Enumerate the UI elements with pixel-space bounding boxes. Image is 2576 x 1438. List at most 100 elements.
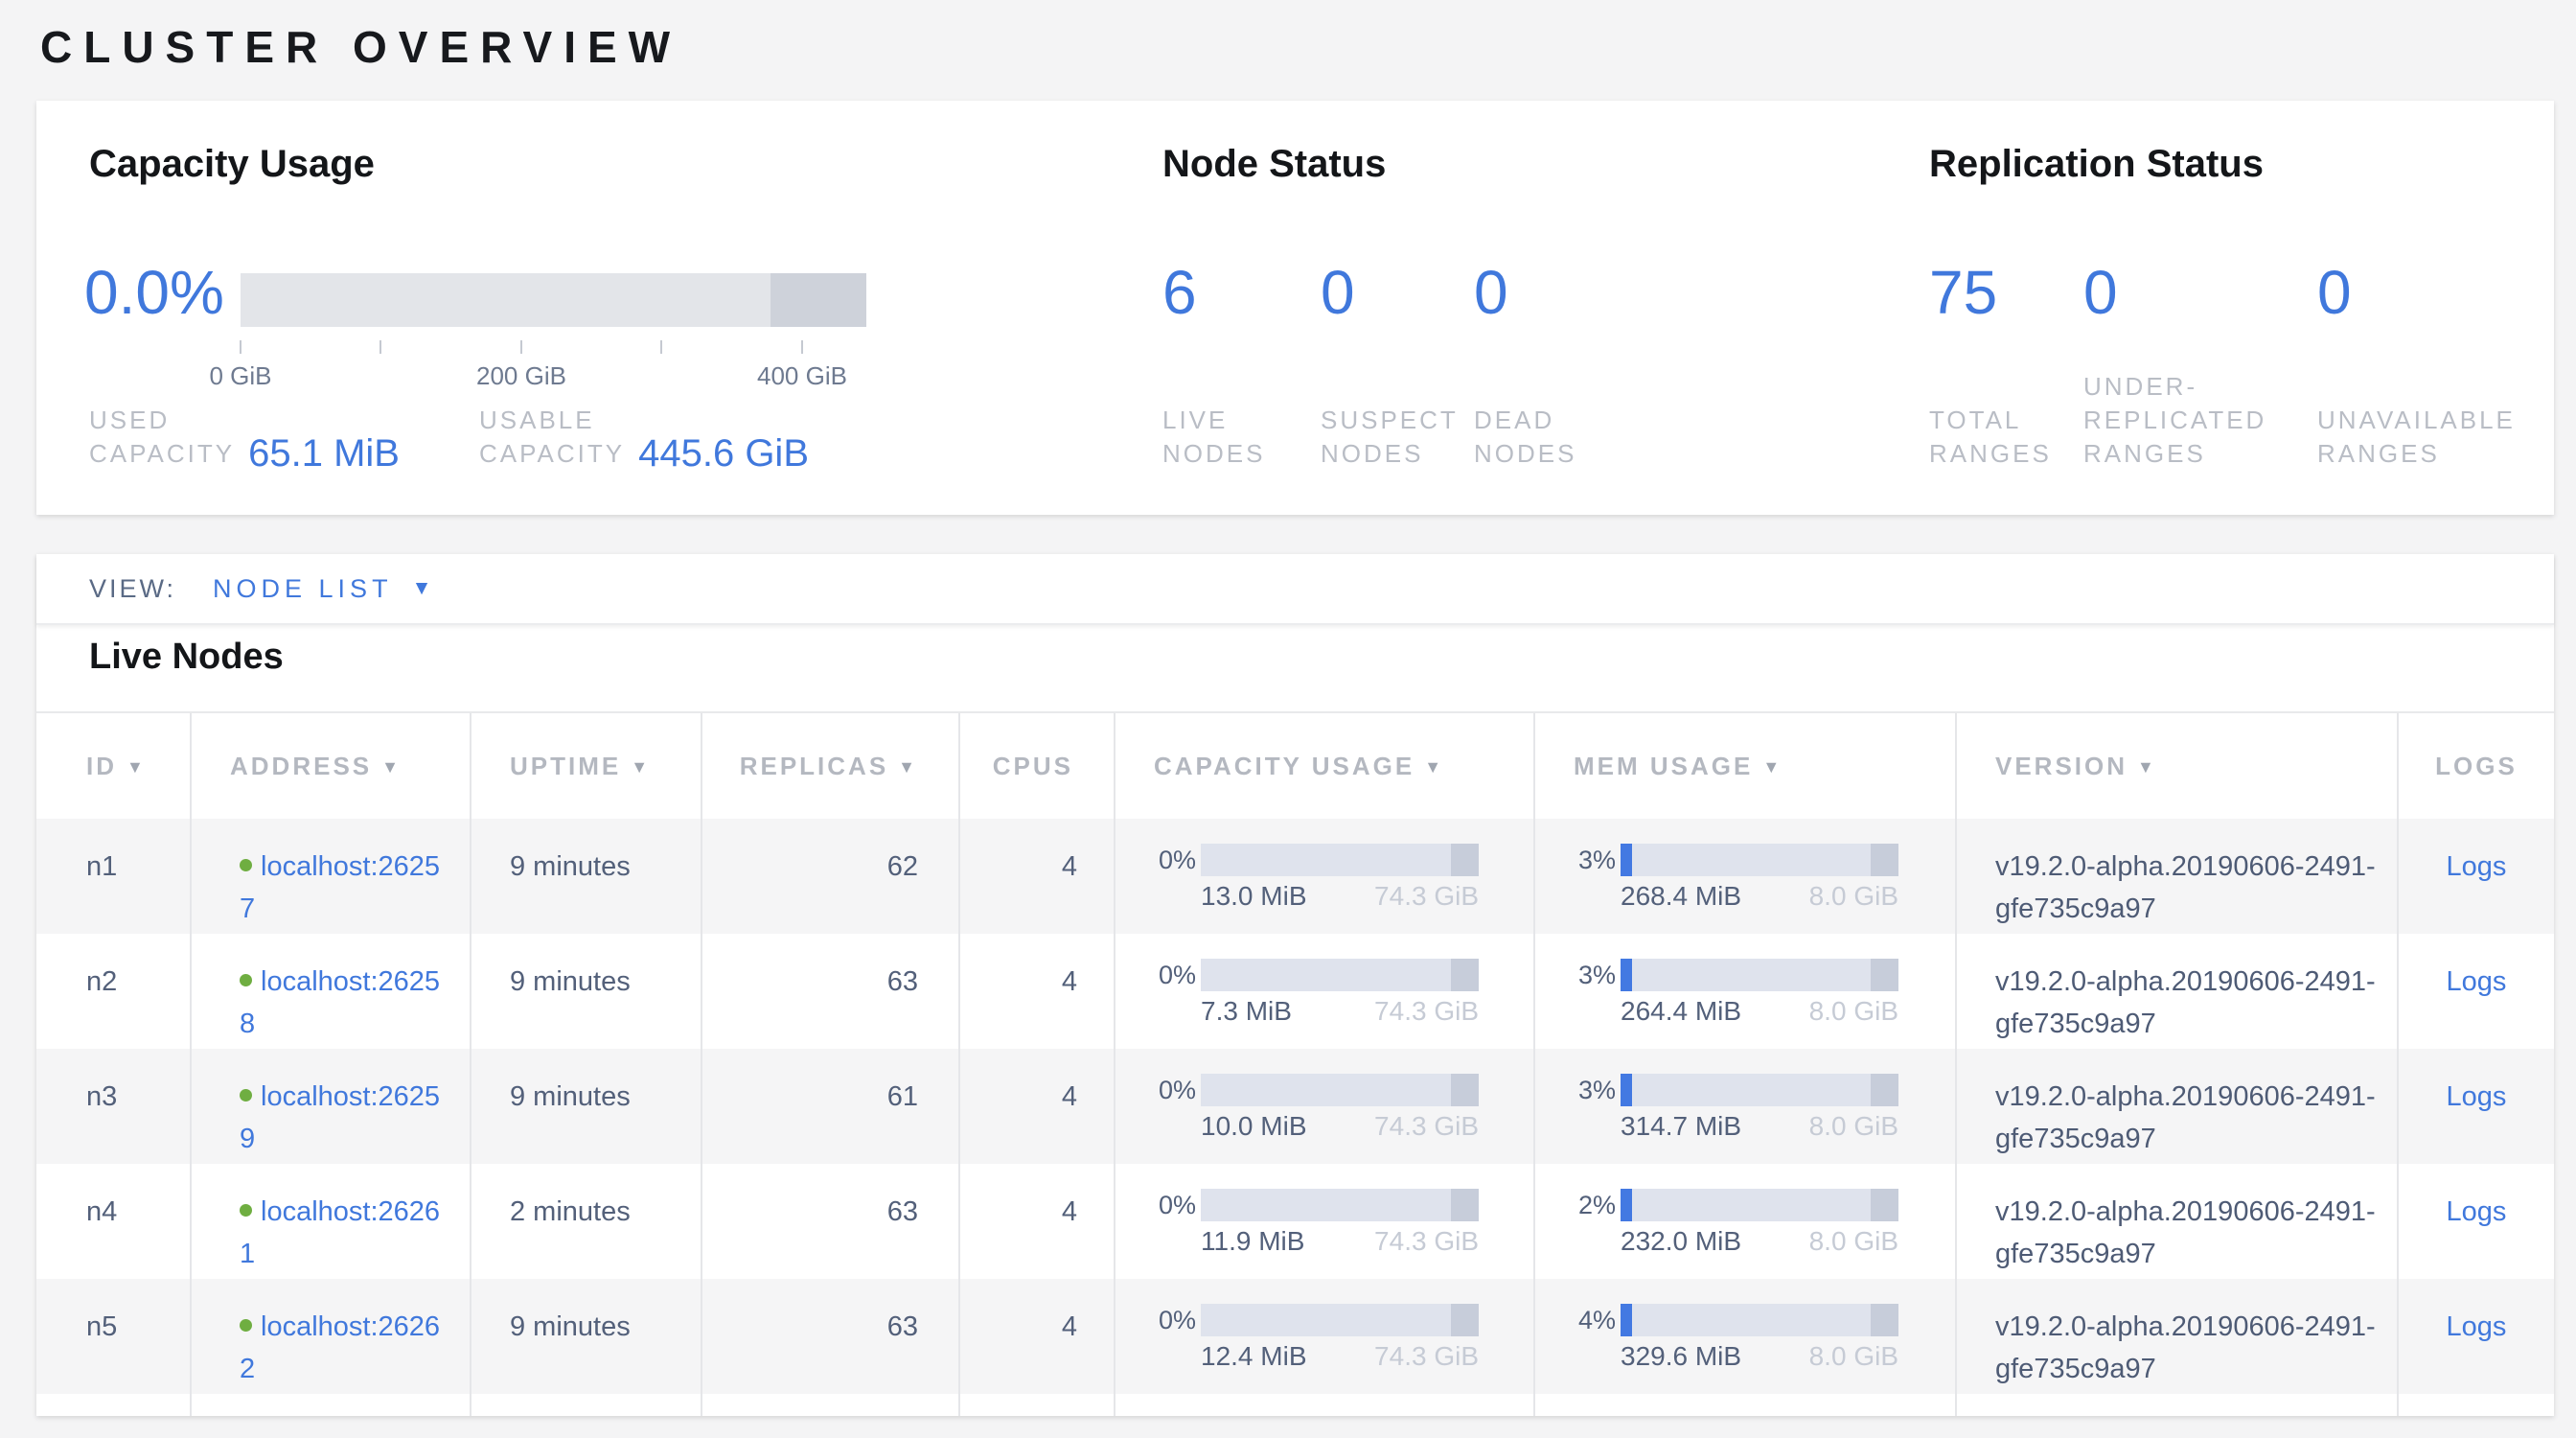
meter-used-value: 314.7 MiB [1621,1112,1741,1141]
meter-percent: 3% [1577,844,1616,876]
logs-link[interactable]: Logs [2447,1311,2507,1342]
cell-replicas: 63 [702,1279,960,1394]
table-header-cell-memory[interactable]: MEM USAGE ▼ [1535,713,1957,819]
table-partial-row [36,1394,2554,1416]
table-header-cell-replicas[interactable]: REPLICAS▼ [702,713,960,819]
meter-percent: 3% [1577,1074,1616,1106]
logs-link[interactable]: Logs [2447,1081,2507,1112]
cell-logs: Logs [2399,1049,2554,1164]
unavailable-ranges-count: 0 [2317,262,2352,323]
total-ranges-count: 75 [1929,262,1997,323]
table-header-cell-address[interactable]: ADDRESS▼ [192,713,472,819]
node-address-link[interactable]: localhost:26258 [240,966,440,1039]
cell-logs: Logs [2399,934,2554,1049]
meter-endcap [1451,1189,1479,1221]
meter-bar [1621,1189,1898,1221]
cell-replicas: 63 [702,1164,960,1279]
logs-link[interactable]: Logs [2447,966,2507,997]
logs-link[interactable]: Logs [2447,851,2507,882]
meter-bar [1201,844,1479,876]
logs-link[interactable]: Logs [2447,1196,2507,1227]
cell-node-id: n3 [36,1049,192,1164]
sort-desc-icon: ▼ [381,757,402,777]
meter-bar [1621,1304,1898,1336]
mem-usage-meter: 2%232.0 MiB8.0 GiB [1535,1164,1957,1279]
sort-desc-icon: ▼ [1424,757,1444,777]
node-address-link[interactable]: localhost:26261 [240,1196,440,1269]
suspect-nodes-label: SUSPECT NODES [1321,404,1459,471]
meter-percent: 2% [1577,1189,1616,1221]
capacity-usage-percent: 0.0% [84,262,224,323]
node-live-status-icon [240,1204,252,1217]
cell-cpus: 4 [960,934,1116,1049]
meter-max-value: 74.3 GiB [1374,1227,1479,1256]
cell-replicas: 61 [702,1049,960,1164]
meter-percent: 0% [1158,1074,1196,1106]
cell-node-address: localhost:26261 [192,1164,472,1279]
mem-usage-meter: 3%314.7 MiB8.0 GiB [1535,1049,1957,1164]
usable-capacity-label: USABLE CAPACITY [479,404,625,471]
meter-fill [1621,1189,1632,1221]
cell-cpus: 4 [960,1164,1116,1279]
partial-row-cell [1116,1394,1535,1416]
meter-max-value: 74.3 GiB [1374,1342,1479,1371]
meter-percent: 0% [1158,844,1196,876]
axis-tick-label: 200 GiB [440,361,603,391]
live-nodes-label: LIVE NODES [1162,404,1265,471]
meter-endcap [1871,844,1898,876]
meter-max-value: 8.0 GiB [1809,882,1898,911]
node-address-link[interactable]: localhost:26259 [240,1081,440,1154]
cell-node-id: n1 [36,819,192,934]
cell-replicas: 62 [702,819,960,934]
view-dropdown[interactable]: NODE LIST ▼ [213,574,431,604]
meter-bar [1621,844,1898,876]
meter-used-value: 232.0 MiB [1621,1227,1741,1256]
cell-node-id: n4 [36,1164,192,1279]
table-header: ID▼ADDRESS▼UPTIME▼REPLICAS▼CPUSCAPACITY … [36,711,2554,819]
cell-node-address: localhost:26257 [192,819,472,934]
meter-fill [1621,844,1632,876]
column-label: MEM USAGE [1574,752,1753,780]
meter-endcap [1871,1074,1898,1106]
node-address-link[interactable]: localhost:26257 [240,851,440,924]
cell-version: v19.2.0-alpha.20190606-2491-gfe735c9a97 [1957,1164,2399,1279]
table-header-cell-capacity[interactable]: CAPACITY USAGE▼ [1116,713,1535,819]
view-bar: VIEW: NODE LIST ▼ [36,554,2554,625]
used-capacity-label: USED CAPACITY [89,404,235,471]
cell-cpus: 4 [960,1279,1116,1394]
usable-capacity-value: 445.6 GiB [638,433,809,474]
sort-desc-icon: ▼ [1762,757,1782,777]
meter-used-value: 10.0 MiB [1201,1112,1307,1141]
table-header-cell-version[interactable]: VERSION▼ [1957,713,2399,819]
partial-row-cell [1957,1394,2399,1416]
axis-tick [660,340,662,354]
meter-endcap [1871,1304,1898,1336]
table-header-cell-logs: LOGS [2399,713,2554,819]
live-nodes-section-title: Live Nodes [89,637,284,678]
capacity-usage-meter: 0%7.3 MiB74.3 GiB [1116,934,1535,1049]
table-row: n5localhost:262629 minutes6340%12.4 MiB7… [36,1279,2554,1394]
meter-max-value: 74.3 GiB [1374,1112,1479,1141]
cell-uptime: 9 minutes [472,1279,702,1394]
table-header-cell-uptime[interactable]: UPTIME▼ [472,713,702,819]
node-live-status-icon [240,974,252,986]
nodes-table-card: VIEW: NODE LIST ▼ Live Nodes ID▼ADDRESS▼… [36,554,2554,1416]
table-row: n1localhost:262579 minutes6240%13.0 MiB7… [36,819,2554,934]
meter-fill [1621,1304,1632,1336]
cell-uptime: 9 minutes [472,1049,702,1164]
meter-used-value: 11.9 MiB [1201,1227,1304,1256]
meter-max-value: 74.3 GiB [1374,997,1479,1026]
table-header-cell-cpus: CPUS [960,713,1116,819]
capacity-bar-endcap [770,273,866,327]
node-status-title: Node Status [1162,143,1386,186]
column-label: VERSION [1995,752,2128,780]
used-capacity-stat: USED CAPACITY 65.1 MiB [89,404,400,471]
sort-desc-icon: ▼ [631,757,651,777]
capacity-usage-meter: 0%11.9 MiB74.3 GiB [1116,1164,1535,1279]
live-nodes-count: 6 [1162,262,1197,323]
table-row: n4localhost:262612 minutes6340%11.9 MiB7… [36,1164,2554,1279]
table-row: n2localhost:262589 minutes6340%7.3 MiB74… [36,934,2554,1049]
node-address-link[interactable]: localhost:26262 [240,1311,440,1384]
table-header-cell-id[interactable]: ID▼ [36,713,192,819]
partial-row-cell [702,1394,960,1416]
